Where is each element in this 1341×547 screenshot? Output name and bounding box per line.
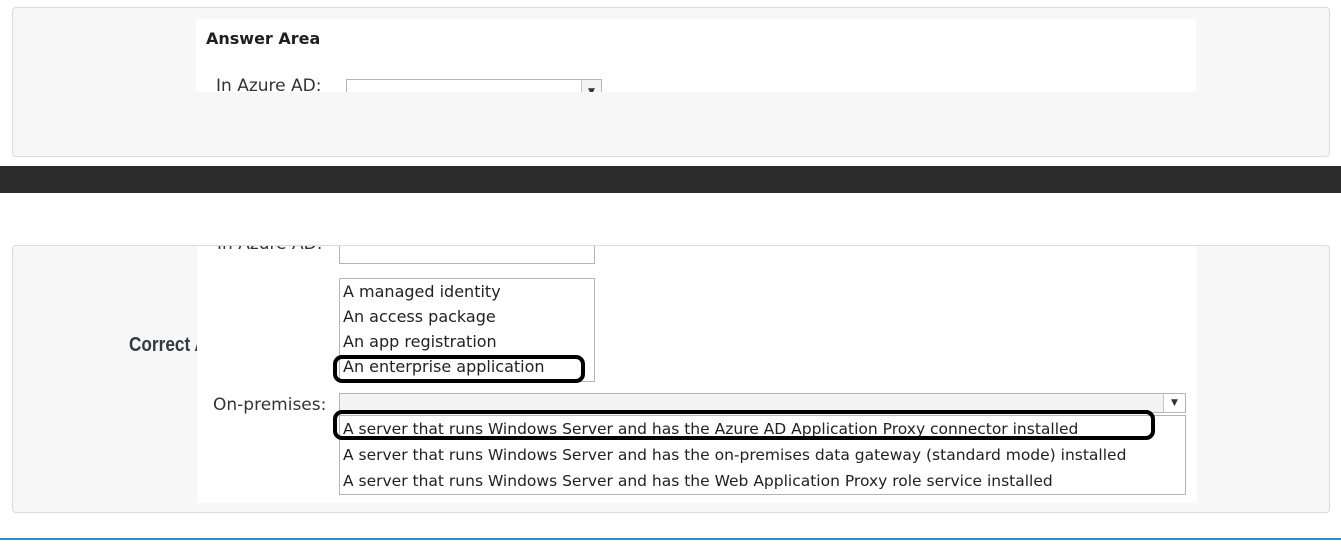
- correct-answer-panel: In Azure AD: A managed identity An acces…: [197, 246, 1197, 503]
- dark-separator-bar: [0, 166, 1341, 193]
- chevron-down-icon[interactable]: ▼: [1163, 394, 1185, 412]
- list-item[interactable]: A server that runs Windows Server and ha…: [340, 442, 1185, 468]
- chevron-down-icon[interactable]: ▼: [581, 80, 601, 92]
- list-item[interactable]: A managed identity: [340, 279, 594, 304]
- answer-area-title: Answer Area: [206, 29, 321, 48]
- answer-area-panel: Answer Area In Azure AD: ▼: [196, 19, 1196, 92]
- list-item[interactable]: An access package: [340, 304, 594, 329]
- list-item[interactable]: A server that runs Windows Server and ha…: [340, 468, 1185, 494]
- azure-ad-dropdown[interactable]: ▼: [346, 79, 602, 92]
- on-premises-label: On-premises:: [213, 395, 327, 415]
- selection-highlight: [333, 355, 585, 383]
- azure-ad-label: In Azure AD:: [217, 246, 322, 254]
- list-item[interactable]: An app registration: [340, 329, 594, 354]
- azure-ad-label: In Azure AD:: [216, 76, 322, 92]
- correct-answer-card: Correct Answer: In Azure AD: A managed i…: [12, 245, 1330, 513]
- selection-highlight: [333, 410, 1155, 440]
- accent-divider: [0, 538, 1341, 540]
- azure-ad-dropdown[interactable]: [339, 246, 595, 264]
- on-premises-row: On-premises:: [213, 395, 326, 415]
